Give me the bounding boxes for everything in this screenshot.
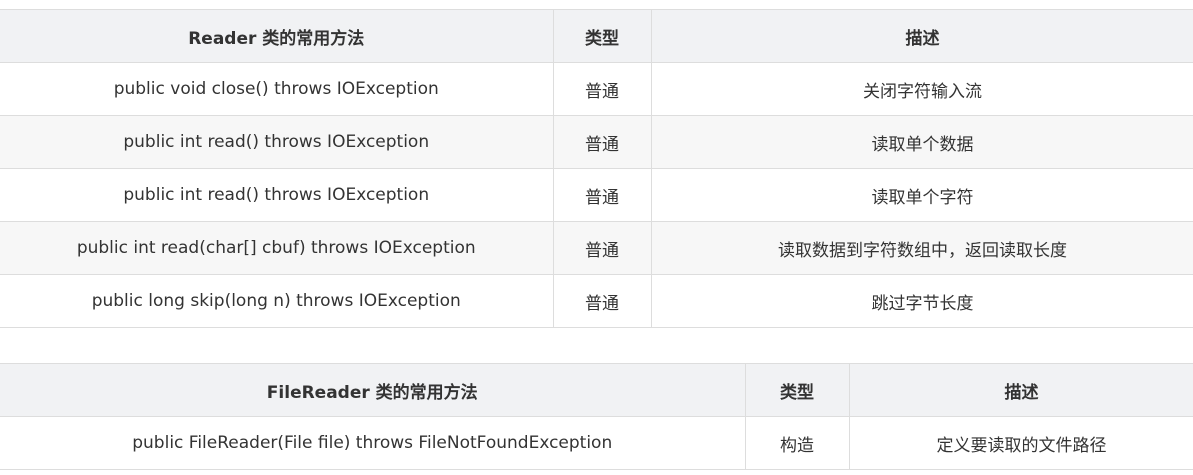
- description-cell: 跳过字节长度: [650, 274, 1193, 328]
- method-cell: public int read() throws IOException: [0, 115, 554, 169]
- description-cell: 读取单个数据: [650, 115, 1193, 169]
- type-column-header: 类型: [552, 9, 652, 63]
- method-cell: public void close() throws IOException: [0, 62, 554, 116]
- table-header-row: Reader 类的常用方法 类型 描述: [0, 9, 1193, 63]
- method-column-header: FileReader 类的常用方法: [0, 363, 746, 417]
- table-row: public int read() throws IOException 普通 …: [0, 168, 1193, 222]
- type-cell: 构造: [744, 416, 850, 470]
- table-row: public FileReader(File file) throws File…: [0, 416, 1193, 470]
- description-column-header: 描述: [848, 363, 1193, 417]
- type-cell: 普通: [552, 168, 652, 222]
- description-cell: 读取数据到字符数组中，返回读取长度: [650, 221, 1193, 275]
- description-column-header: 描述: [650, 9, 1193, 63]
- table-row: public int read(char[] cbuf) throws IOEx…: [0, 221, 1193, 275]
- type-cell: 普通: [552, 115, 652, 169]
- reader-methods-table: Reader 类的常用方法 类型 描述 public void close() …: [0, 9, 1193, 328]
- method-cell: public int read(char[] cbuf) throws IOEx…: [0, 221, 554, 275]
- description-cell: 读取单个字符: [650, 168, 1193, 222]
- type-column-header: 类型: [744, 363, 850, 417]
- description-cell: 关闭字符输入流: [650, 62, 1193, 116]
- method-cell: public long skip(long n) throws IOExcept…: [0, 274, 554, 328]
- type-cell: 普通: [552, 62, 652, 116]
- table-header-row: FileReader 类的常用方法 类型 描述: [0, 363, 1193, 417]
- method-column-header: Reader 类的常用方法: [0, 9, 554, 63]
- table-row: public long skip(long n) throws IOExcept…: [0, 274, 1193, 328]
- method-cell: public FileReader(File file) throws File…: [0, 416, 746, 470]
- description-cell: 定义要读取的文件路径: [848, 416, 1193, 470]
- table-row: public int read() throws IOException 普通 …: [0, 115, 1193, 169]
- type-cell: 普通: [552, 274, 652, 328]
- method-cell: public int read() throws IOException: [0, 168, 554, 222]
- type-cell: 普通: [552, 221, 652, 275]
- table-row: public void close() throws IOException 普…: [0, 62, 1193, 116]
- filereader-methods-table: FileReader 类的常用方法 类型 描述 public FileReade…: [0, 363, 1193, 470]
